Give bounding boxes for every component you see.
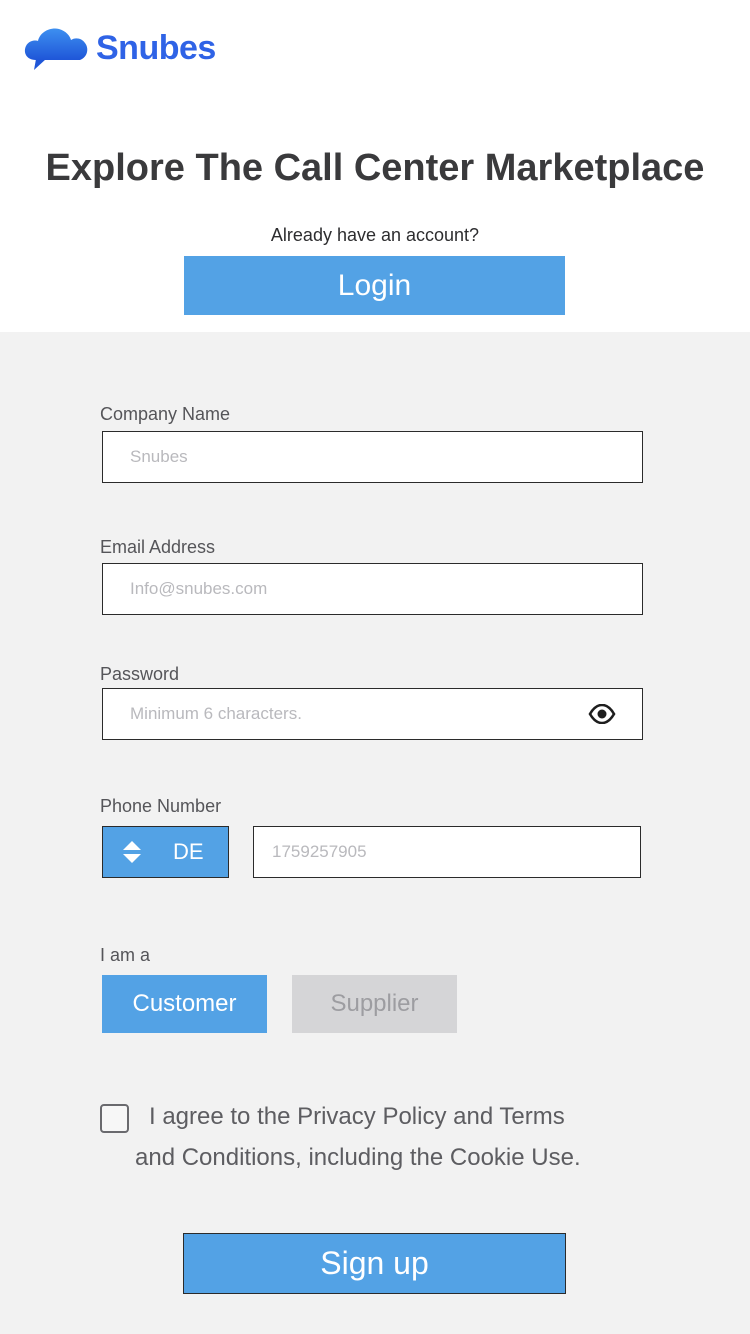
agree-text-line2: and Conditions, including the Cookie Use… bbox=[135, 1144, 581, 1171]
page-title: Explore The Call Center Marketplace bbox=[45, 147, 705, 189]
login-button[interactable]: Login bbox=[184, 256, 565, 315]
role-label: I am a bbox=[100, 945, 151, 965]
cloud-chat-icon bbox=[24, 28, 88, 70]
agree-checkbox[interactable] bbox=[100, 1104, 129, 1133]
email-label: Email Address bbox=[100, 537, 216, 557]
agree-text-line1: I agree to the Privacy Policy and Terms bbox=[149, 1103, 565, 1130]
already-account-text: Already have an account? bbox=[270, 225, 480, 245]
password-label: Password bbox=[100, 664, 180, 684]
password-field[interactable]: Minimum 6 characters. bbox=[102, 688, 643, 740]
role-customer-button[interactable]: Customer bbox=[102, 975, 267, 1033]
logo[interactable]: Snubes bbox=[22, 26, 216, 70]
company-name-label: Company Name bbox=[100, 404, 231, 424]
country-code-value: DE bbox=[173, 839, 204, 864]
country-code-select[interactable]: DE bbox=[102, 826, 229, 878]
sort-arrows-icon bbox=[123, 841, 141, 863]
header-section: Snubes Explore The Call Center Marketpla… bbox=[0, 0, 750, 332]
phone-number-field[interactable]: 1759257905 bbox=[253, 826, 641, 878]
brand-name: Snubes bbox=[96, 29, 216, 67]
phone-label: Phone Number bbox=[100, 796, 222, 816]
company-name-placeholder: Snubes bbox=[130, 447, 188, 466]
signup-form: Company Name Snubes Email Address Info@s… bbox=[0, 332, 750, 1334]
signup-button[interactable]: Sign up bbox=[183, 1233, 566, 1294]
email-placeholder: Info@snubes.com bbox=[130, 579, 268, 598]
password-placeholder: Minimum 6 characters. bbox=[130, 704, 302, 723]
role-supplier-button[interactable]: Supplier bbox=[292, 975, 457, 1033]
email-field[interactable]: Info@snubes.com bbox=[102, 563, 643, 615]
company-name-field[interactable]: Snubes bbox=[102, 431, 643, 483]
eye-icon[interactable] bbox=[588, 704, 616, 724]
phone-placeholder: 1759257905 bbox=[272, 842, 367, 861]
